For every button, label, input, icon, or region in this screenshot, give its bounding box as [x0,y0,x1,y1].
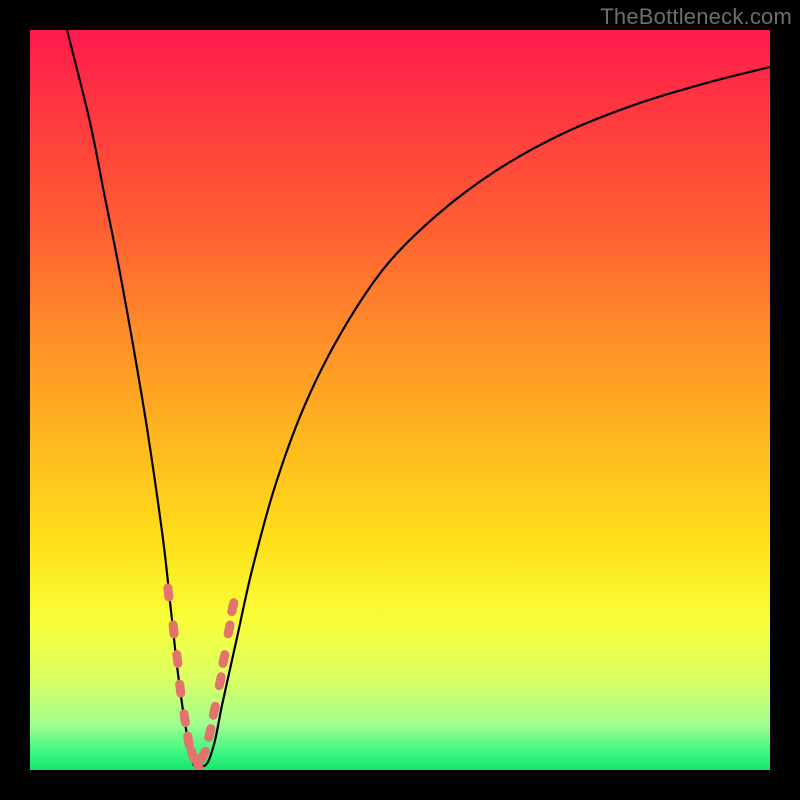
curve-marker [168,620,179,639]
curve-marker [214,671,227,690]
curve-marker [172,650,183,669]
curve-layer [30,30,770,770]
curve-marker [223,620,236,640]
curve-marker [163,583,174,602]
outer-frame: TheBottleneck.com [0,0,800,800]
curve-marker [179,709,191,728]
curve-marker [175,679,186,698]
watermark-text: TheBottleneck.com [600,4,792,30]
plot-area [30,30,770,770]
curve-marker [218,649,231,669]
curve-marker [226,597,239,617]
